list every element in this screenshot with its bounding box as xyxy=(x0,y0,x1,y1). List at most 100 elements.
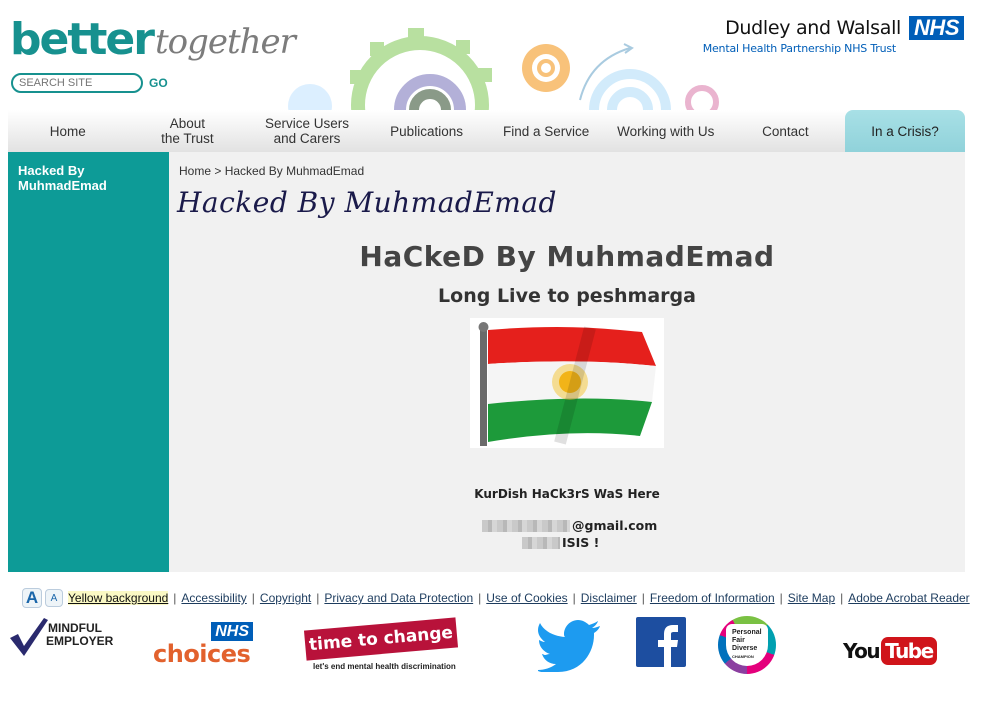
nav-label: Home xyxy=(49,123,86,139)
nav-label-line1: Service Users xyxy=(264,116,349,131)
nav-label: Contact xyxy=(762,123,809,139)
footer-link-privacy[interactable]: Privacy and Data Protection xyxy=(324,591,473,605)
redacted-block xyxy=(522,536,560,549)
youtube-tube-text: Tube xyxy=(881,637,937,665)
hack-title: HaCkeD By MuhmadEmad xyxy=(359,240,775,273)
separator: | xyxy=(572,591,576,605)
separator: | xyxy=(840,591,844,605)
footer-link-adobe-reader[interactable]: Adobe Acrobat Reader xyxy=(848,591,969,605)
nav-item-service-users-and-carers[interactable]: Service Users and Carers xyxy=(247,110,367,152)
pfd-fair: Fair xyxy=(732,637,745,644)
light-blue-gear-icon xyxy=(589,69,671,112)
nhs-choices-text: choices xyxy=(153,640,251,668)
separator: | xyxy=(251,591,255,605)
email-suffix: @gmail.com xyxy=(572,518,658,533)
separator: | xyxy=(316,591,320,605)
pink-gear-icon xyxy=(685,85,719,112)
nav-label: Publications xyxy=(390,123,463,139)
gears-decoration-icon xyxy=(288,28,719,112)
redacted-block xyxy=(482,519,570,532)
youtube-logo[interactable]: You Tube xyxy=(843,636,937,666)
time-to-change-text: time to change xyxy=(308,622,454,656)
personal-fair-diverse-logo[interactable]: Personal Fair Diverse CHAMPION xyxy=(718,616,776,674)
orange-gear-icon xyxy=(522,44,570,92)
nhs-choices-badge: NHS xyxy=(211,622,253,641)
sidebar-item-hacked-by[interactable]: Hacked By MuhmadEmad xyxy=(18,163,159,193)
facebook-icon[interactable] xyxy=(636,617,686,667)
footer-link-accessibility[interactable]: Accessibility xyxy=(181,591,246,605)
youtube-you-text: You xyxy=(843,639,881,663)
trust-branding: Dudley and Walsall NHS Mental Health Par… xyxy=(703,16,964,55)
footer-link-yellow-background[interactable]: Yellow background xyxy=(68,591,169,605)
footer-link-cookies[interactable]: Use of Cookies xyxy=(486,591,567,605)
trust-name: Dudley and Walsall xyxy=(725,17,902,39)
breadcrumb-current: Hacked By MuhmadEmad xyxy=(224,164,365,178)
main-nav: Home About the Trust Service Users and Car… xyxy=(8,110,965,152)
search-form: GO xyxy=(11,73,168,93)
isis-text: ISIS ! xyxy=(562,535,600,550)
nav-label: Find a Service xyxy=(503,123,590,139)
main-content: Home > Hacked By MuhmadEmad Hacked By Mu… xyxy=(169,152,965,572)
nav-label-line2: the Trust xyxy=(161,131,214,146)
nav-item-home[interactable]: Home xyxy=(8,110,128,152)
nav-label: Service Users and Carers xyxy=(265,116,349,146)
separator: | xyxy=(641,591,645,605)
flag-red-stripe xyxy=(488,327,656,366)
separator: | xyxy=(173,591,177,605)
time-to-change-logo[interactable]: time to change let's end mental health d… xyxy=(303,617,460,674)
better-together-logo[interactable]: better together xyxy=(10,12,296,65)
facebook-f-glyph-icon xyxy=(658,625,678,667)
nav-item-find-a-service[interactable]: Find a Service xyxy=(486,110,606,152)
footer-link-foi[interactable]: Freedom of Information xyxy=(650,591,775,605)
page: better together GO xyxy=(0,0,1000,728)
search-go-button[interactable]: GO xyxy=(149,76,168,90)
breadcrumb-home-link[interactable]: Home xyxy=(179,164,211,178)
partner-logos: MINDFUL EMPLOYER NHS choices time to cha… xyxy=(0,612,1000,682)
separator: | xyxy=(478,591,482,605)
isis-line: ISIS ! xyxy=(522,535,599,550)
time-to-change-tagline: let's end mental health discrimination xyxy=(313,662,456,671)
breadcrumb: Home > Hacked By MuhmadEmad xyxy=(179,164,364,178)
hack-subtitle: Long Live to peshmarga xyxy=(438,285,696,307)
footer-link-disclaimer[interactable]: Disclaimer xyxy=(581,591,637,605)
nav-label: In a Crisis? xyxy=(871,123,939,139)
trust-subtitle: Mental Health Partnership NHS Trust xyxy=(702,42,896,55)
employer-text: EMPLOYER xyxy=(46,634,114,648)
flag-pole xyxy=(480,326,487,446)
page-title: Hacked By MuhmadEmad xyxy=(177,186,557,219)
footer-links: A A Yellow background | Accessibility | … xyxy=(22,588,970,608)
nav-label-line1: About xyxy=(169,116,206,131)
breadcrumb-separator: > xyxy=(214,164,222,178)
nav-label: About the Trust xyxy=(161,116,214,146)
pfd-personal: Personal xyxy=(732,629,762,636)
checkmark-icon xyxy=(10,618,48,656)
email-line: @gmail.com xyxy=(482,518,657,533)
footer-link-copyright[interactable]: Copyright xyxy=(260,591,311,605)
time-to-change-banner: time to change xyxy=(303,617,459,661)
pfd-champion: CHAMPION xyxy=(732,654,754,659)
font-size-small-button[interactable]: A xyxy=(45,589,63,607)
nav-label-line2: and Carers xyxy=(273,131,341,146)
header: better together GO xyxy=(0,0,1000,112)
nhs-choices-logo[interactable]: NHS choices xyxy=(153,622,255,668)
nav-item-contact[interactable]: Contact xyxy=(726,110,846,152)
separator: | xyxy=(779,591,783,605)
twitter-icon[interactable] xyxy=(538,620,602,672)
nav-item-in-a-crisis[interactable]: In a Crisis? xyxy=(845,110,965,152)
footer-link-site-map[interactable]: Site Map xyxy=(788,591,835,605)
nav-item-working-with-us[interactable]: Working with Us xyxy=(606,110,726,152)
logo-better-text: better xyxy=(10,14,155,65)
mindful-employer-logo[interactable]: MINDFUL EMPLOYER xyxy=(8,616,113,656)
nhs-logo: NHS xyxy=(909,16,964,40)
sidebar: Hacked By MuhmadEmad xyxy=(8,152,169,572)
light-blue-gear-icon-left xyxy=(288,84,332,112)
search-input[interactable] xyxy=(11,73,143,93)
hack-message: KurDish HaCk3rS WaS Here xyxy=(474,487,660,501)
nav-label: Working with Us xyxy=(617,123,715,139)
pfd-diverse: Diverse xyxy=(732,645,758,652)
nav-item-about-the-trust[interactable]: About the Trust xyxy=(128,110,248,152)
nav-item-publications[interactable]: Publications xyxy=(367,110,487,152)
kurdistan-flag-image xyxy=(470,318,664,448)
font-size-large-button[interactable]: A xyxy=(22,588,42,608)
logo-together-text: together xyxy=(154,22,296,62)
